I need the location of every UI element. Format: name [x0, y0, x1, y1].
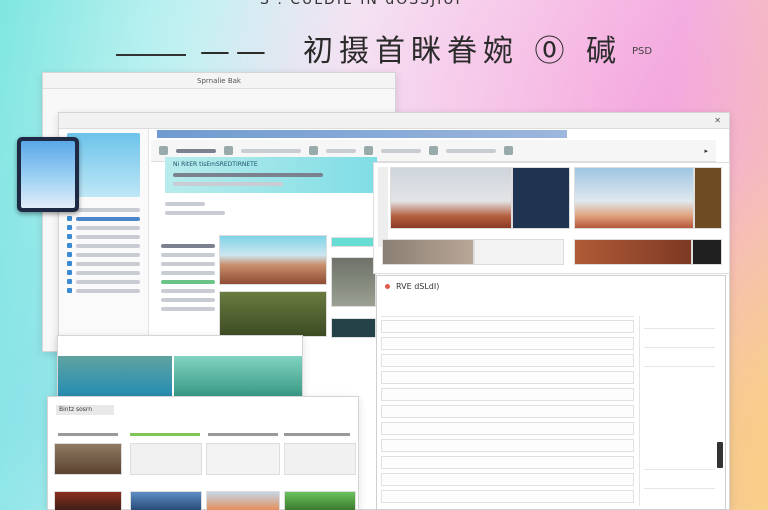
gallery-window: Bintz sosrn: [47, 396, 359, 510]
folder-icon: [67, 243, 72, 248]
side-field-3[interactable]: [644, 354, 715, 367]
content-list: [161, 239, 215, 316]
gallery-thumb-2[interactable]: [130, 443, 202, 475]
close-icon[interactable]: ✕: [714, 116, 721, 125]
caption-line: [208, 433, 278, 436]
photo-gray[interactable]: [331, 257, 376, 307]
side-field-5[interactable]: [644, 476, 715, 489]
photo-desert[interactable]: [219, 235, 327, 285]
content-meta: [165, 197, 377, 220]
gallery-thumb-7[interactable]: [206, 491, 280, 510]
folder-icon: [67, 216, 72, 221]
form-field-7[interactable]: [381, 422, 634, 435]
form-field-2[interactable]: [381, 337, 634, 350]
form-field-11[interactable]: [381, 490, 634, 503]
toolbar-button-2[interactable]: [224, 146, 233, 155]
sidebar-item-9[interactable]: [67, 277, 140, 286]
photo-brown[interactable]: [694, 167, 722, 229]
folder-icon: [67, 270, 72, 275]
folder-icon: [67, 252, 72, 257]
form-field-6[interactable]: [381, 405, 634, 418]
sidebar-item-10[interactable]: [67, 286, 140, 295]
gallery-thumb-4[interactable]: [284, 443, 356, 475]
photo-panel-toolbar: [378, 167, 388, 247]
content-header-title: Ni RitER tisEmSREDTIRNETE: [173, 161, 258, 168]
photo-darkgreen[interactable]: [331, 318, 376, 338]
folder-icon: [67, 279, 72, 284]
gallery-thumb-8[interactable]: [284, 491, 356, 510]
toolbar-button-6[interactable]: [504, 146, 513, 155]
back-window-titlebar: Sprnalie Bak: [43, 73, 395, 89]
headline-tag: PSD: [632, 45, 653, 57]
toolbar-button-1[interactable]: [159, 146, 168, 155]
tablet-screen-image: [21, 141, 75, 208]
sidebar-item-2[interactable]: [67, 214, 140, 223]
toolbar-button-4[interactable]: [364, 146, 373, 155]
folder-icon: [67, 225, 72, 230]
header-accent-bar: [157, 130, 567, 138]
photo-teal-strip[interactable]: [331, 237, 376, 247]
sidebar-item-5[interactable]: [67, 241, 140, 250]
caption-line: [130, 433, 200, 436]
side-field-2[interactable]: [644, 335, 715, 348]
photo-rust[interactable]: [574, 239, 692, 265]
photo-winter-tree[interactable]: [390, 167, 512, 229]
form-panel: RVE dSLdI): [376, 275, 726, 510]
form-field-10[interactable]: [381, 473, 634, 486]
photo-dark[interactable]: [692, 239, 722, 265]
form-field-1[interactable]: [381, 320, 634, 333]
photo-grass[interactable]: [219, 291, 327, 337]
gallery-tab[interactable]: Bintz sosrn: [56, 405, 114, 415]
photo-stone[interactable]: [382, 239, 474, 265]
sidebar-item-3[interactable]: [67, 223, 140, 232]
form-side-column: [639, 316, 719, 506]
gallery-thumb-3[interactable]: [206, 443, 280, 475]
sidebar-item-7[interactable]: [67, 259, 140, 268]
form-field-4[interactable]: [381, 371, 634, 384]
form-header: RVE dSLdI): [377, 276, 725, 296]
gallery-thumb-6[interactable]: [130, 491, 202, 510]
form-title: RVE dSLdI): [396, 281, 440, 291]
folder-icon: [67, 288, 72, 293]
form-field-8[interactable]: [381, 439, 634, 452]
main-window-titlebar: ✕: [59, 113, 729, 129]
headline-rule: [115, 54, 186, 56]
sidebar-item-8[interactable]: [67, 268, 140, 277]
sidebar-item-4[interactable]: [67, 232, 140, 241]
page-headline: —— 初摄首眯眷婉 ⓪ 碱 PSD: [0, 28, 768, 69]
form-field-3[interactable]: [381, 354, 634, 367]
gallery-thumb-5[interactable]: [54, 491, 122, 510]
form-top-divider: [381, 316, 634, 317]
photo-white[interactable]: [474, 239, 564, 265]
top-caption: S . CULDIE IN dOSSJIUI: [260, 0, 462, 8]
photo-beach-sail[interactable]: [574, 167, 694, 229]
status-dot-icon: [385, 283, 390, 289]
form-field-9[interactable]: [381, 456, 634, 469]
headline-title: —— 初摄首眯眷婉 ⓪ 碱: [199, 34, 623, 69]
content-header: Ni RitER tisEmSREDTIRNETE: [165, 157, 377, 193]
side-field-4[interactable]: [644, 457, 715, 470]
sidebar-item-6[interactable]: [67, 250, 140, 259]
folder-icon: [67, 234, 72, 239]
photo-navy[interactable]: [512, 167, 570, 229]
photo-panel: [373, 162, 730, 274]
toolbar-button-5[interactable]: [429, 146, 438, 155]
toolbar-button-3[interactable]: [309, 146, 318, 155]
caption-line: [284, 433, 350, 436]
side-field-1[interactable]: [644, 316, 715, 329]
gallery-thumb-1[interactable]: [54, 443, 122, 475]
form-field-5[interactable]: [381, 388, 634, 401]
caption-line: [58, 433, 118, 436]
next-page-icon[interactable]: ▸: [704, 147, 708, 155]
tablet-device: [17, 137, 79, 212]
scrollbar-handle[interactable]: [717, 442, 723, 468]
folder-icon: [67, 261, 72, 266]
